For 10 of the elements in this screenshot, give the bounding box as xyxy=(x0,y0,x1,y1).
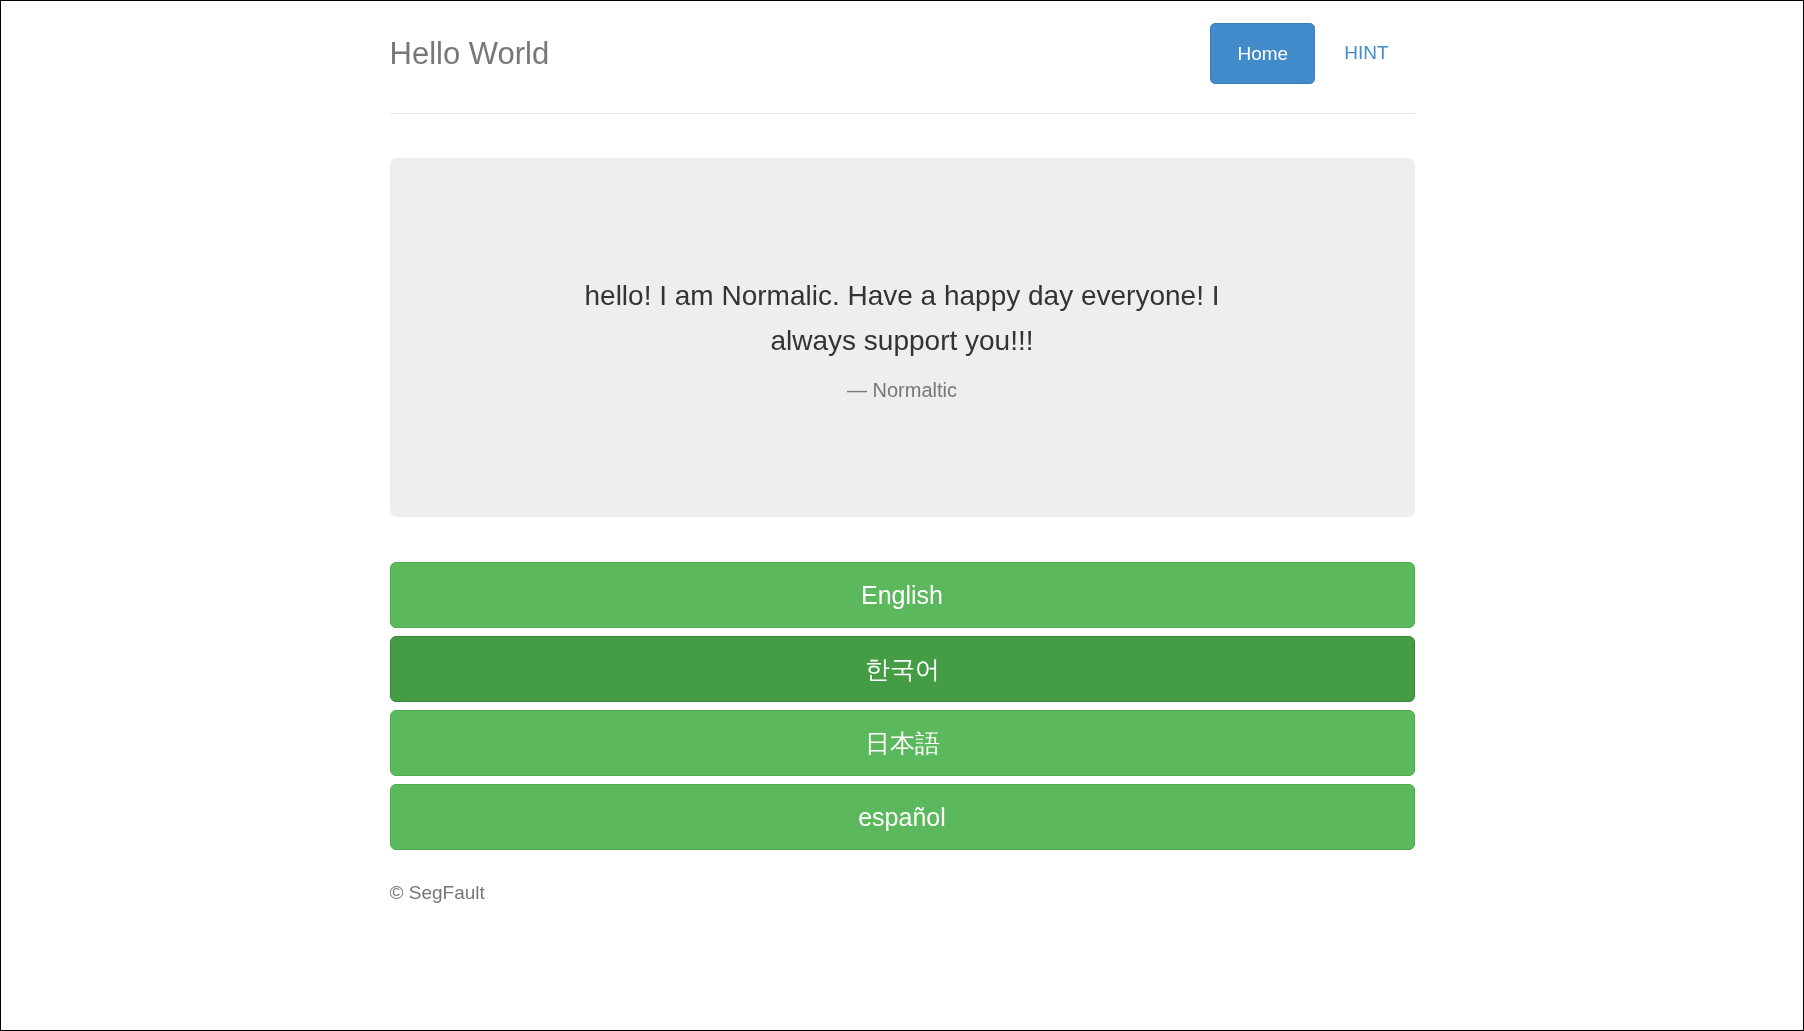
nav-tab[interactable]: Home xyxy=(1210,23,1316,84)
language-button[interactable]: 日本語 xyxy=(389,710,1415,776)
site-title: Hello World xyxy=(389,34,550,73)
footer-text: © SegFault xyxy=(389,882,486,904)
quote-citation: — Normaltic xyxy=(847,379,957,402)
language-button[interactable]: 한국어 xyxy=(389,636,1415,702)
language-button[interactable]: English xyxy=(389,562,1415,628)
language-button[interactable]: español xyxy=(389,784,1415,850)
quote-text: hello! I am Normalic. Have a happy day everyone! I always support you!!! xyxy=(583,279,1221,358)
nav-tab[interactable]: HINT xyxy=(1318,23,1415,84)
